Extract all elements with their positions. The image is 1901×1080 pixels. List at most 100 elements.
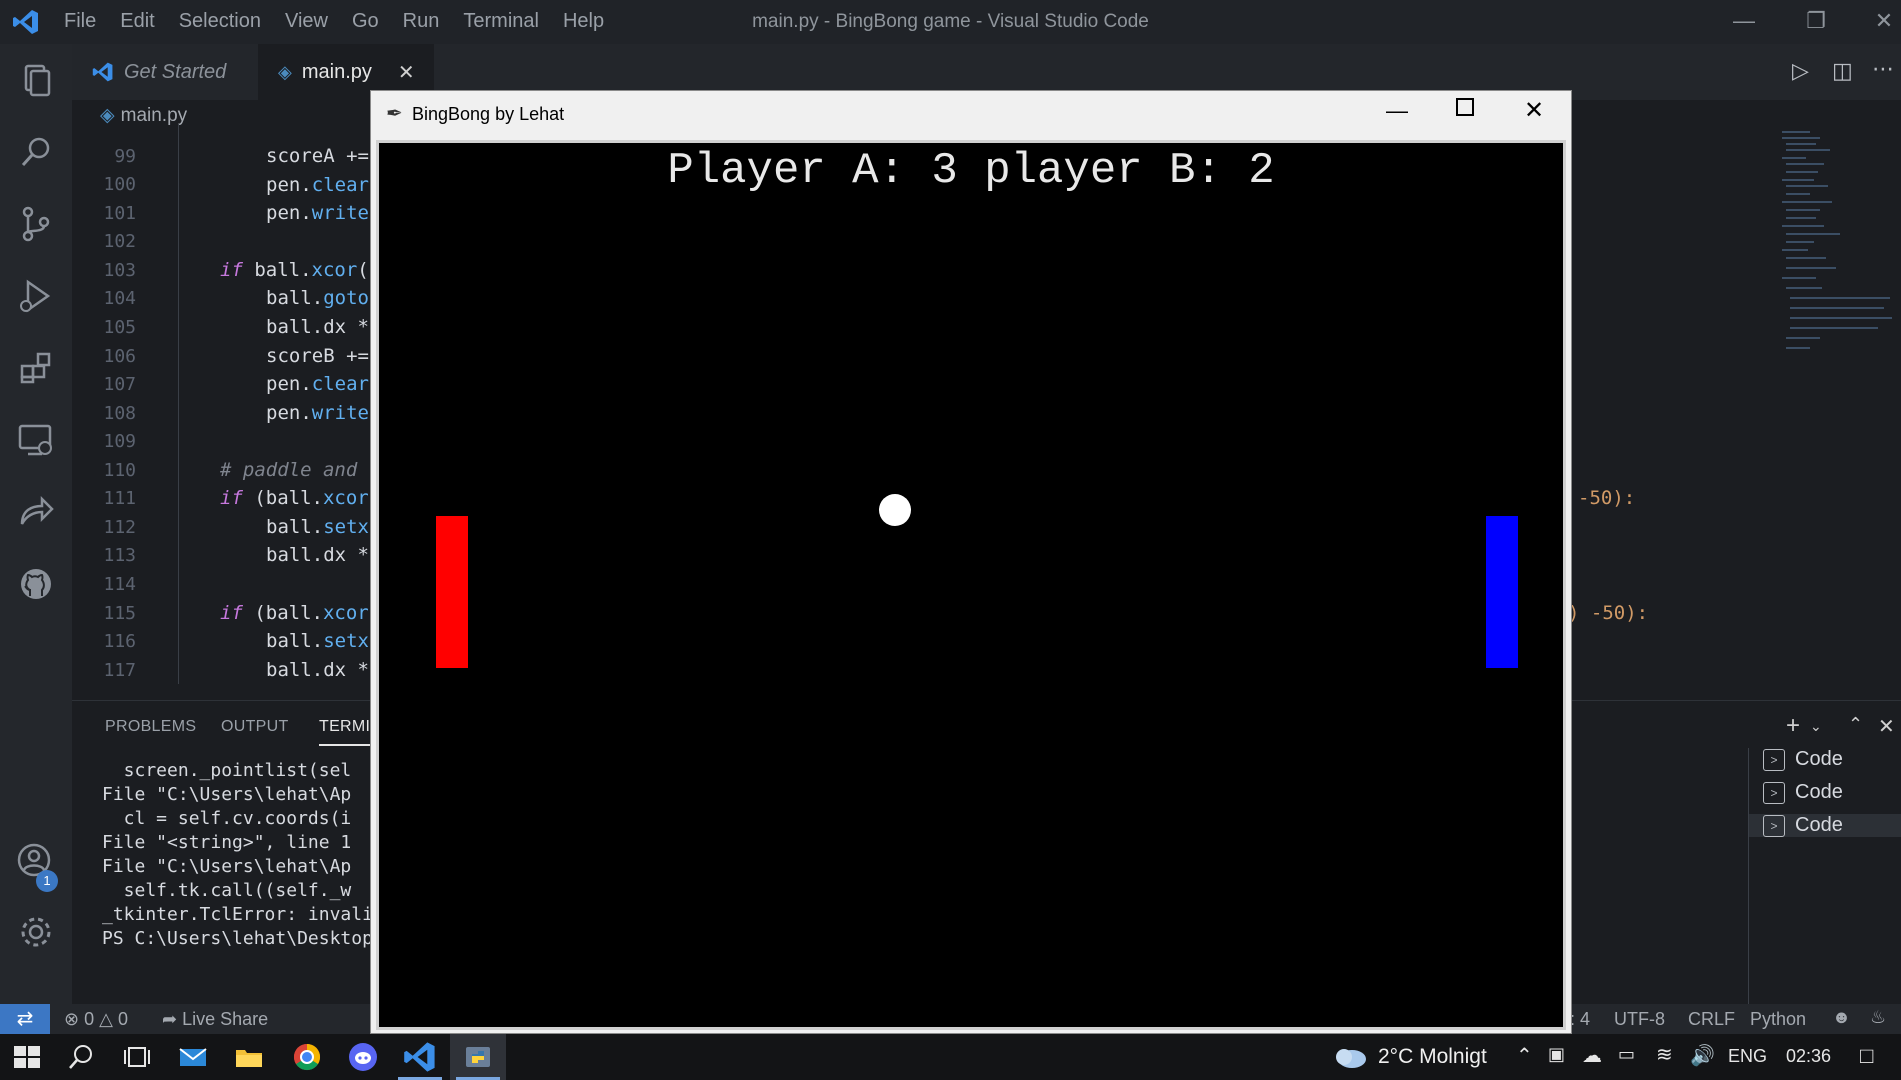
minimize-icon[interactable]: — <box>1730 8 1758 36</box>
live-share-icon: ➦ <box>162 1009 178 1029</box>
terminal-line: _tkinter.TclError: invali <box>102 904 373 925</box>
weather-text[interactable]: 2°C Molnigt <box>1378 1045 1487 1069</box>
terminal-list-item[interactable]: > Code <box>1763 748 1843 771</box>
split-editor-icon[interactable]: ◫ <box>1832 58 1853 84</box>
tab-output[interactable]: OUTPUT <box>221 718 289 736</box>
settings-gear-icon[interactable] <box>14 910 58 954</box>
ball <box>879 494 911 526</box>
volume-icon[interactable]: 🔊 <box>1690 1043 1715 1068</box>
terminal-name: Code <box>1795 781 1843 803</box>
error-icon: ⊗ <box>64 1009 80 1029</box>
eol-status[interactable]: CRLF <box>1688 1009 1735 1030</box>
minimap[interactable] <box>1780 128 1900 388</box>
weather-cloud-icon[interactable] <box>1330 1041 1370 1073</box>
breadcrumb[interactable]: ◈ main.py <box>100 104 187 127</box>
tab-problems[interactable]: PROBLEMS <box>105 718 196 736</box>
code-line: if (ball.xcor <box>220 487 369 509</box>
notifications-icon[interactable]: □ <box>1860 1043 1873 1069</box>
run-debug-icon[interactable] <box>14 274 58 318</box>
remote-indicator-icon[interactable]: ⇄ <box>0 1004 50 1034</box>
vscode-logo-icon <box>92 62 113 82</box>
line-number: 102 <box>103 231 136 252</box>
battery-icon[interactable]: ▭ <box>1618 1044 1635 1065</box>
remote-explorer-icon[interactable] <box>14 418 58 462</box>
game-maximize-icon[interactable] <box>1456 98 1474 116</box>
source-control-icon[interactable] <box>14 202 58 246</box>
file-explorer-icon[interactable] <box>232 1040 266 1074</box>
explorer-icon[interactable] <box>14 58 58 102</box>
windows-start-icon[interactable] <box>10 1040 44 1074</box>
line-number: 109 <box>103 431 136 452</box>
maximize-panel-icon[interactable]: ⌃ <box>1848 714 1863 735</box>
warning-count: 0 <box>118 1009 129 1029</box>
code-line: if ball.xcor( <box>220 259 369 281</box>
line-number: 117 <box>103 660 136 681</box>
input-language[interactable]: ENG <box>1728 1046 1767 1067</box>
tab-label: main.py <box>301 60 372 83</box>
task-view-icon[interactable] <box>120 1040 154 1074</box>
game-canvas[interactable] <box>376 140 1566 1030</box>
chevron-down-icon[interactable]: ⌄ <box>1810 718 1822 735</box>
run-file-icon[interactable]: ▷ <box>1792 58 1809 84</box>
wifi-icon[interactable]: ≋ <box>1656 1042 1673 1067</box>
encoding-status[interactable]: UTF-8 <box>1614 1009 1665 1030</box>
activity-bar: 1 <box>0 44 72 1004</box>
live-share-icon[interactable] <box>14 490 58 534</box>
terminal-list-item[interactable]: > Code <box>1763 781 1843 804</box>
terminal-name: Code <box>1795 748 1843 770</box>
language-status[interactable]: Python <box>1750 1009 1806 1030</box>
tk-feather-icon: ✒ <box>386 103 403 125</box>
score-display: Player A: 3 player B: 2 <box>667 146 1275 196</box>
more-actions-icon[interactable]: ⋯ <box>1872 56 1894 82</box>
terminal-list-item-active[interactable]: > Code <box>1749 814 1901 837</box>
show-hidden-icons-icon[interactable]: ⌃ <box>1516 1043 1533 1068</box>
terminal-icon: > <box>1763 814 1785 837</box>
search-icon[interactable] <box>64 1040 98 1074</box>
mail-icon[interactable] <box>176 1040 210 1074</box>
terminal-line: PS C:\Users\lehat\Desktop <box>102 928 373 949</box>
terminal-icon: > <box>1763 748 1785 771</box>
python-tk-icon[interactable] <box>461 1040 495 1074</box>
code-line: scoreA += <box>266 145 369 167</box>
discord-icon[interactable] <box>346 1040 380 1074</box>
notifications-bell-icon[interactable]: ♨ <box>1870 1007 1886 1028</box>
code-line: ball.dx * <box>266 316 369 338</box>
restore-icon[interactable]: ❐ <box>1802 8 1830 36</box>
close-panel-icon[interactable]: ✕ <box>1878 714 1895 739</box>
meet-now-icon[interactable]: ▣ <box>1548 1044 1565 1065</box>
terminal-name: Code <box>1795 814 1843 836</box>
clock[interactable]: 02:36 <box>1786 1046 1831 1067</box>
terminal-line: File "C:\Users\lehat\Ap <box>102 784 352 805</box>
code-line: ball.setx <box>266 630 369 652</box>
line-number: 101 <box>103 203 136 224</box>
problems-status[interactable]: ⊗ 0 △ 0 <box>64 1009 128 1030</box>
onedrive-cloud-icon[interactable]: ☁ <box>1582 1043 1602 1068</box>
extensions-icon[interactable] <box>14 346 58 390</box>
chrome-icon[interactable] <box>290 1040 324 1074</box>
tab-get-started[interactable]: Get Started <box>72 44 256 100</box>
python-file-icon: ◈ <box>278 61 292 82</box>
terminal-list: > Code > Code > Code <box>1748 748 1901 1004</box>
terminal-line: self.tk.call((self._w <box>102 880 352 901</box>
cursor-position[interactable]: : 4 <box>1570 1009 1590 1030</box>
game-minimize-icon[interactable]: — <box>1386 98 1408 124</box>
github-icon[interactable] <box>14 562 58 606</box>
line-number: 111 <box>103 488 136 509</box>
game-window-title: BingBong by Lehat <box>412 104 565 124</box>
line-number: 113 <box>103 545 136 566</box>
code-line: # paddle and <box>220 459 358 481</box>
breadcrumb-file[interactable]: main.py <box>121 105 188 126</box>
line-number: 115 <box>103 603 136 624</box>
vscode-taskbar-icon[interactable] <box>403 1040 437 1074</box>
code-line-tail: -50): <box>1578 487 1636 509</box>
terminal-icon: > <box>1763 781 1785 804</box>
close-icon[interactable]: ✕ <box>1870 8 1898 36</box>
search-icon[interactable] <box>14 130 58 174</box>
code-line: pen.write <box>266 402 369 424</box>
new-terminal-icon[interactable]: + <box>1786 712 1800 740</box>
game-close-icon[interactable]: ✕ <box>1524 96 1544 125</box>
code-line: pen.clear <box>266 373 369 395</box>
close-tab-icon[interactable]: ✕ <box>398 60 415 85</box>
live-share-status[interactable]: ➦ Live Share <box>162 1009 268 1030</box>
feedback-icon[interactable]: ☻ <box>1832 1007 1851 1028</box>
